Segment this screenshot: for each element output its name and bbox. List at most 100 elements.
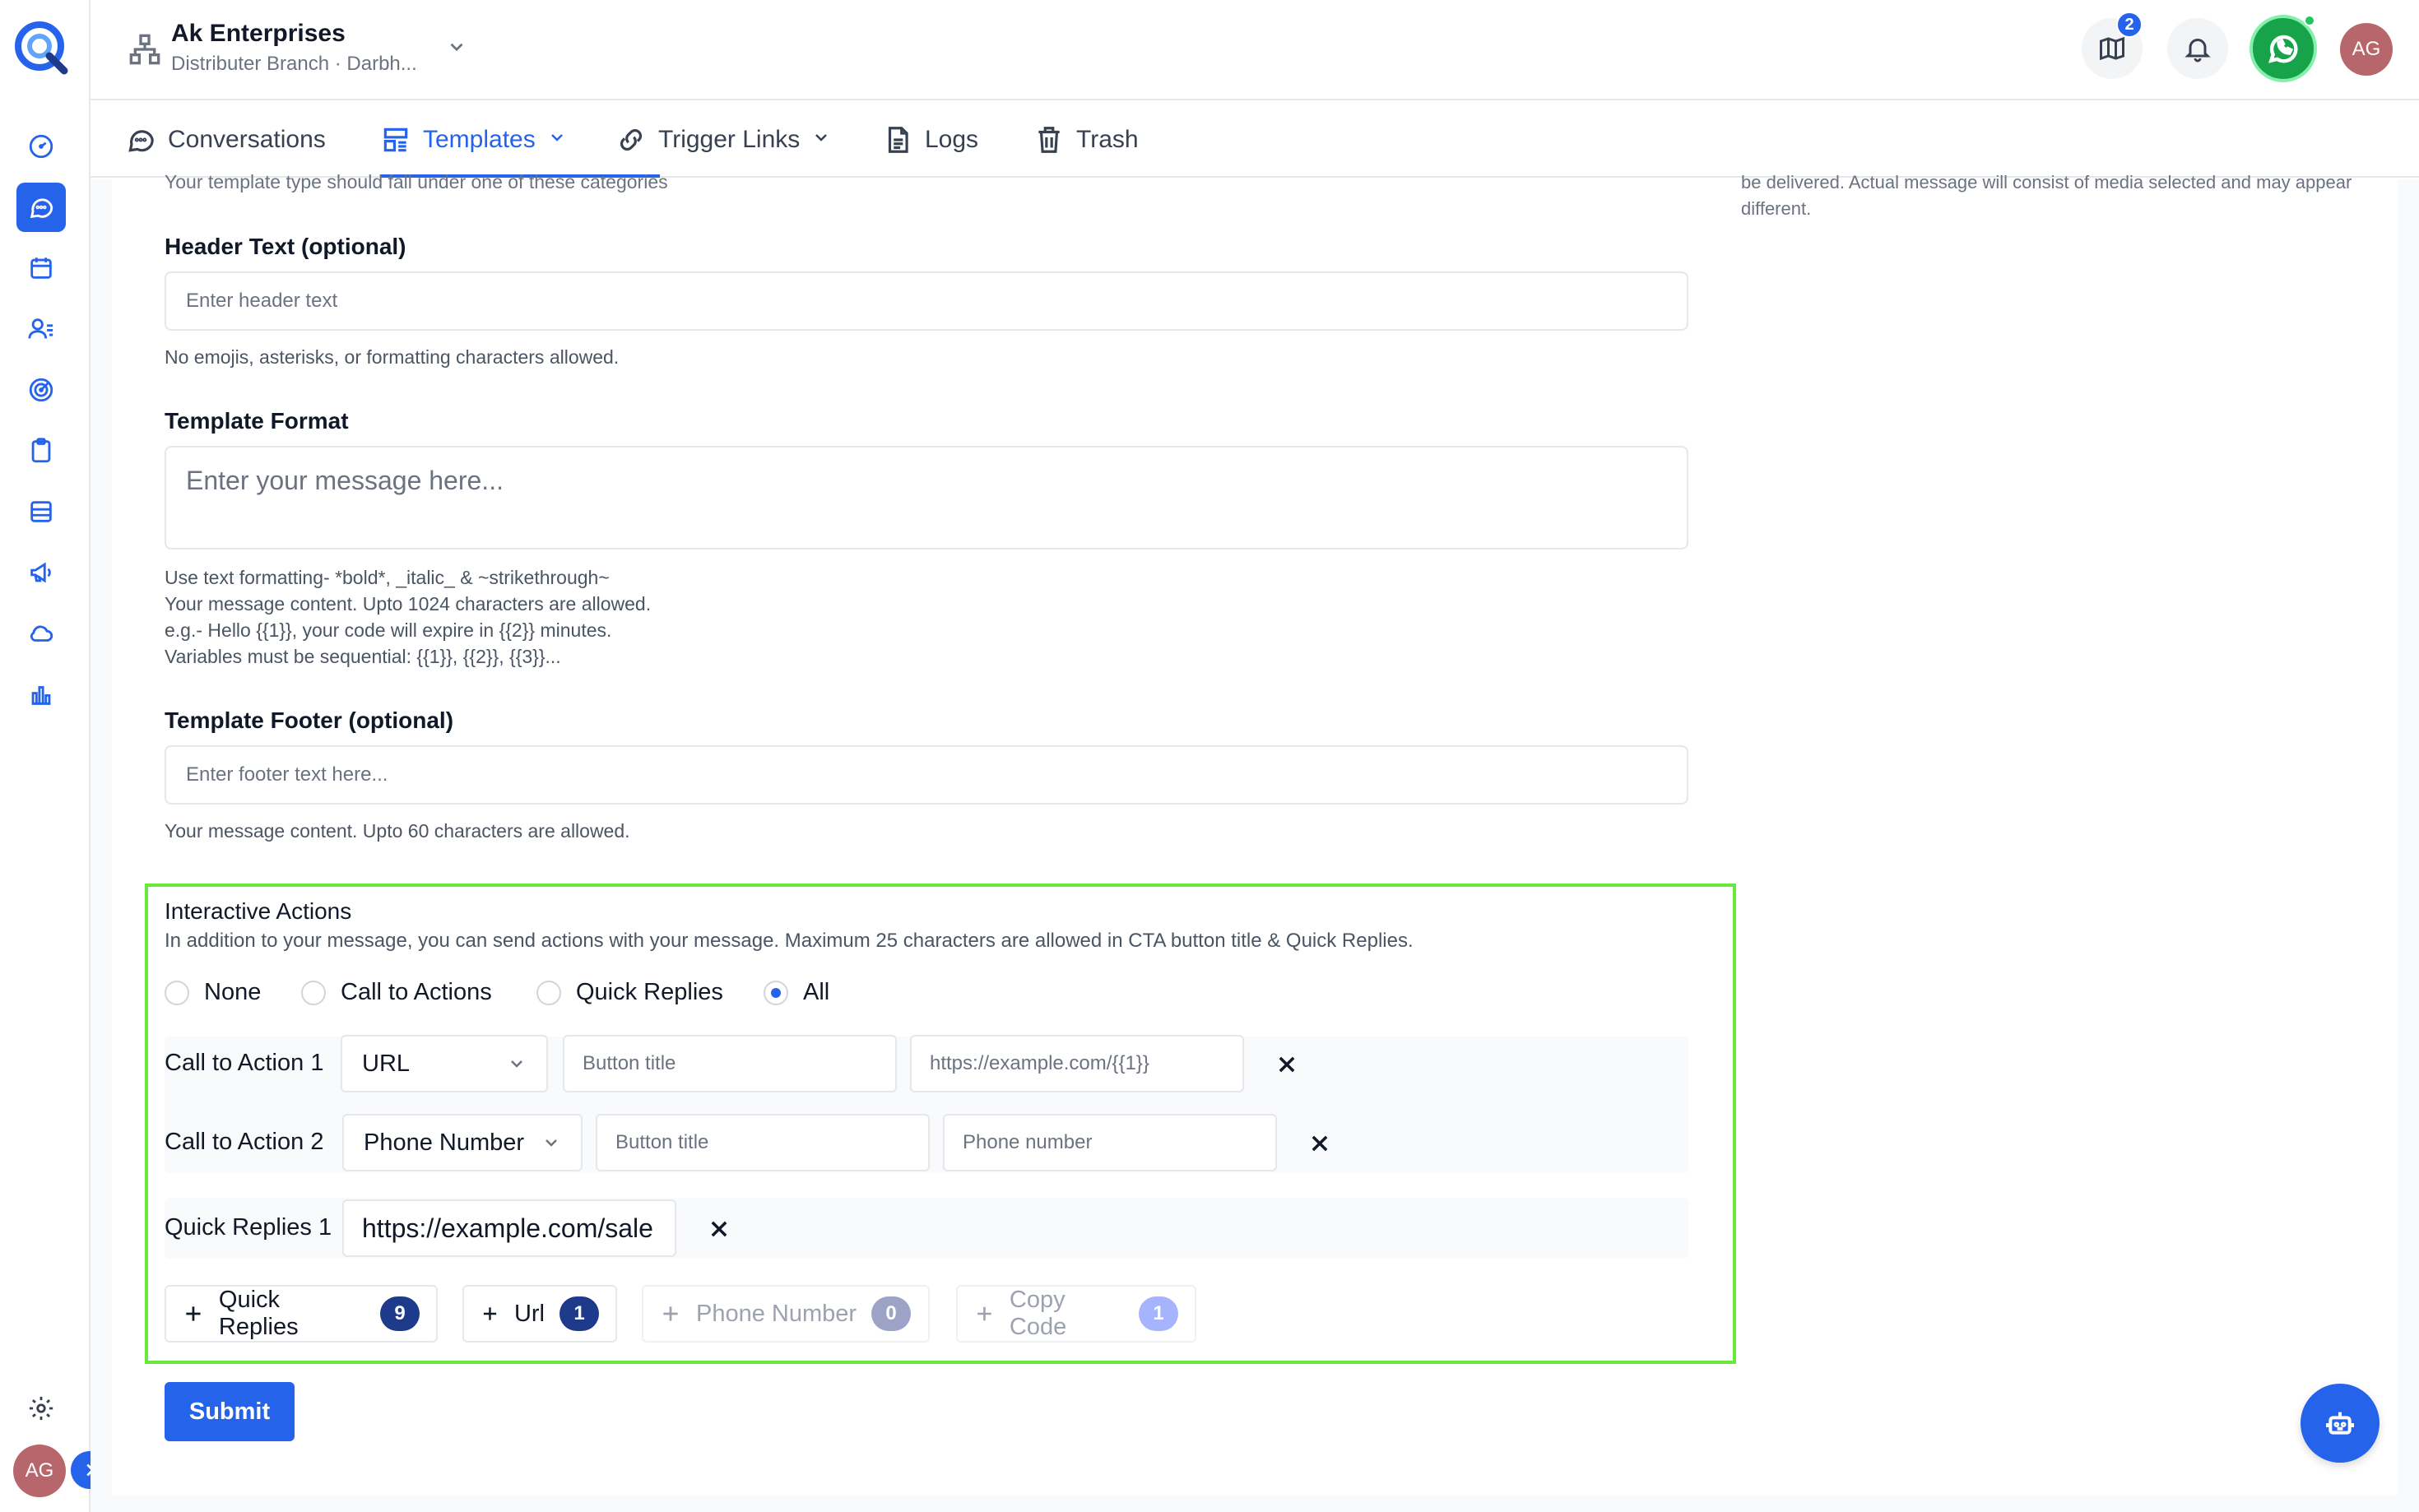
- radio-label: Call to Actions: [341, 979, 492, 1005]
- radio-all[interactable]: All: [764, 979, 829, 1006]
- radio-label: None: [204, 979, 262, 1005]
- plus-icon: [483, 1307, 497, 1320]
- interactive-actions-title: Interactive Actions: [165, 898, 352, 924]
- select-value: URL: [362, 1050, 411, 1077]
- category-helper-text: Your template type should fall under one…: [165, 171, 668, 192]
- template-footer-label: Template Footer (optional): [165, 707, 454, 733]
- top-header: Ak Enterprises Distributer Branch · Darb…: [91, 0, 2419, 100]
- quick-reply-1-remove-button[interactable]: [704, 1214, 734, 1244]
- add-button-label: Copy Code: [1009, 1287, 1067, 1340]
- format-helper-4: Variables must be sequential: {{1}}, {{2…: [165, 646, 561, 667]
- chevron-down-icon: [511, 1060, 522, 1068]
- dashboard-gauge-icon[interactable]: [16, 122, 66, 171]
- template-icon: [383, 128, 408, 152]
- count-badge: 1: [1139, 1296, 1178, 1331]
- robot-icon: [2326, 1412, 2354, 1435]
- header-text-helper: No emojis, asterisks, or formatting char…: [165, 346, 620, 368]
- cta1-type-select[interactable]: URL: [341, 1035, 548, 1092]
- format-helper-3: e.g.- Hello {{1}}, your code will expire…: [165, 619, 612, 641]
- preview-note: be delivered. Actual message will consis…: [1741, 172, 2352, 219]
- user-avatar[interactable]: AG: [2340, 23, 2393, 76]
- add-button-label: Phone Number: [696, 1300, 857, 1327]
- radio-label: All: [803, 979, 830, 1005]
- target-icon[interactable]: [16, 365, 66, 415]
- template-footer-input[interactable]: [165, 745, 1688, 805]
- radio-button-selected[interactable]: [764, 980, 788, 1005]
- radio-button[interactable]: [165, 980, 189, 1005]
- cta2-label: Call to Action 2: [165, 1129, 324, 1155]
- tab-label: Conversations: [168, 126, 326, 153]
- online-status-dot: [2304, 15, 2315, 26]
- cloud-icon[interactable]: [16, 609, 66, 658]
- link-icon: [620, 129, 642, 151]
- megaphone-icon[interactable]: [16, 548, 66, 597]
- tab-bar: Conversations Templates Trigger Links Lo…: [91, 102, 2419, 178]
- org-hierarchy-icon: [128, 33, 161, 66]
- sidebar-avatar[interactable]: AG: [13, 1445, 66, 1497]
- tab-label: Templates: [423, 126, 536, 153]
- bell-icon: [2185, 39, 2211, 63]
- radio-call-to-actions[interactable]: Call to Actions: [301, 979, 492, 1006]
- template-format-textarea[interactable]: [165, 446, 1688, 550]
- radio-quick-replies[interactable]: Quick Replies: [536, 979, 723, 1006]
- tab-conversations[interactable]: Conversations: [125, 118, 326, 161]
- submit-button[interactable]: Submit: [165, 1382, 295, 1441]
- org-branch[interactable]: Distributer Branch · Darbh...: [171, 53, 417, 76]
- quick-reply-1-label: Quick Replies 1: [165, 1214, 332, 1241]
- chevron-down-icon: [546, 1139, 557, 1147]
- cta1-url-input[interactable]: [910, 1035, 1244, 1092]
- close-icon: [1312, 1135, 1328, 1152]
- interactive-actions-description: In addition to your message, you can sen…: [165, 930, 1414, 952]
- count-badge: 9: [380, 1296, 420, 1331]
- cta2-remove-button[interactable]: [1305, 1129, 1335, 1158]
- radio-label: Quick Replies: [576, 979, 723, 1005]
- add-quick-replies-button[interactable]: Quick Replies 9: [165, 1285, 438, 1343]
- close-icon: [1279, 1056, 1295, 1073]
- org-name[interactable]: Ak Enterprises: [171, 20, 346, 48]
- tab-templates[interactable]: Templates: [380, 118, 567, 161]
- trash-icon: [1038, 127, 1060, 153]
- radio-button[interactable]: [301, 980, 326, 1005]
- notifications-button[interactable]: [2167, 18, 2228, 79]
- cta2-phone-input[interactable]: [943, 1114, 1277, 1171]
- count-badge: 0: [871, 1296, 912, 1331]
- app-logo[interactable]: [12, 18, 71, 77]
- map-icon: [2100, 36, 2124, 61]
- footer-helper: Your message content. Upto 60 characters…: [165, 820, 630, 842]
- cta2-button-title-input[interactable]: [596, 1114, 930, 1171]
- chatbot-fab-button[interactable]: [2301, 1384, 2380, 1463]
- tab-label: Logs: [925, 126, 979, 153]
- radio-none[interactable]: None: [165, 979, 261, 1006]
- tab-label: Trigger Links: [658, 126, 801, 153]
- add-url-button[interactable]: Url 1: [462, 1285, 617, 1343]
- plus-icon: [977, 1306, 991, 1321]
- select-value: Phone Number: [364, 1129, 525, 1156]
- contacts-list-icon[interactable]: [16, 304, 66, 354]
- add-phone-number-button[interactable]: Phone Number 0: [642, 1285, 930, 1343]
- tab-trash[interactable]: Trash: [1033, 118, 1139, 161]
- header-text-input[interactable]: [165, 271, 1688, 331]
- plus-icon: [186, 1306, 201, 1321]
- clipboard-icon[interactable]: [16, 426, 66, 475]
- cta1-remove-button[interactable]: [1272, 1050, 1302, 1079]
- settings-gear-icon[interactable]: [16, 1384, 66, 1433]
- chevron-down-icon[interactable]: [446, 36, 467, 58]
- bar-chart-icon[interactable]: [16, 670, 66, 719]
- tab-label: Trash: [1076, 126, 1139, 153]
- add-copy-code-button[interactable]: Copy Code 1: [956, 1285, 1196, 1343]
- add-button-label: Quick Replies: [218, 1287, 299, 1340]
- plus-icon: [663, 1306, 678, 1321]
- document-icon: [888, 127, 908, 153]
- cta1-button-title-input[interactable]: [563, 1035, 897, 1092]
- cta2-type-select[interactable]: Phone Number: [342, 1114, 583, 1171]
- cta1-label: Call to Action 1: [165, 1050, 324, 1076]
- chat-bubble-icon[interactable]: [16, 183, 66, 232]
- chat-bubble-icon: [128, 130, 154, 152]
- radio-button[interactable]: [536, 980, 561, 1005]
- tab-trigger-links[interactable]: Trigger Links: [615, 118, 831, 161]
- format-helper-1: Use text formatting- *bold*, _italic_ & …: [165, 567, 610, 588]
- tab-logs[interactable]: Logs: [882, 118, 978, 161]
- layout-icon[interactable]: [16, 487, 66, 536]
- calendar-icon[interactable]: [16, 243, 66, 293]
- quick-reply-1-input[interactable]: [342, 1199, 676, 1257]
